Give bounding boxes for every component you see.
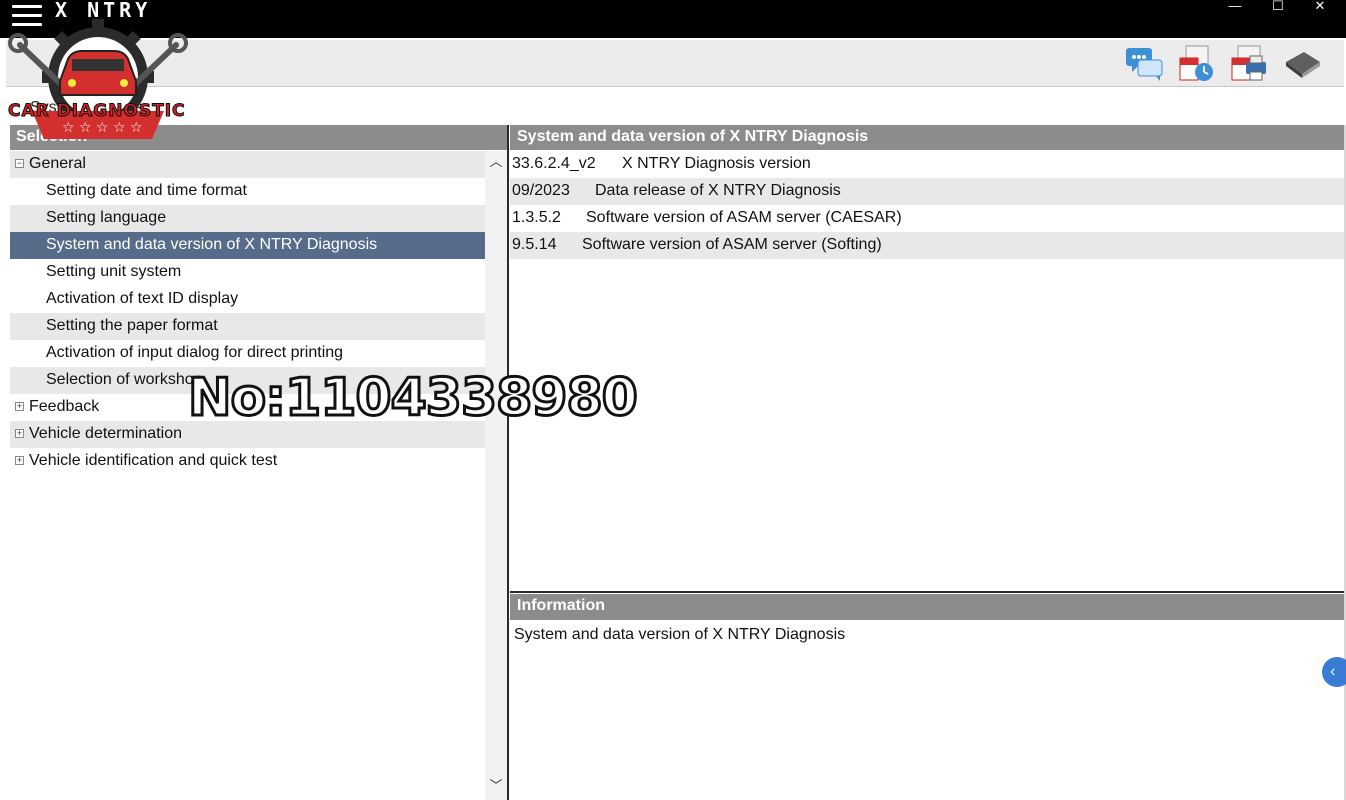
chat-icon[interactable]: [1124, 44, 1164, 84]
maximize-button[interactable]: ☐: [1263, 0, 1293, 14]
minimize-button[interactable]: —: [1220, 0, 1250, 14]
tree-item-label: Setting unit system: [46, 263, 182, 280]
tree-item-vehicle-identification[interactable]: + Vehicle identification and quick test: [10, 448, 485, 475]
table-row[interactable]: 33.6.2.4_v2 X NTRY Diagnosis version: [510, 151, 1344, 178]
tree-item-paper-format[interactable]: Setting the paper format: [10, 313, 485, 340]
logo-text: CAR DIAGNOSTIC: [8, 101, 186, 122]
horizontal-splitter[interactable]: [510, 591, 1344, 593]
tree-item-direct-printing[interactable]: Activation of input dialog for direct pr…: [10, 340, 485, 367]
tree-item-unit-system[interactable]: Setting unit system: [10, 259, 485, 286]
tree-item-label: Setting language: [46, 209, 167, 226]
collapse-icon[interactable]: −: [15, 159, 24, 168]
car-diagnostic-logo: ☆ ☆ ☆ ☆ ☆ CAR DIAGNOSTIC: [2, 15, 198, 155]
tree-item-text-id-display[interactable]: Activation of text ID display: [10, 286, 485, 313]
tree-item-label: Feedback: [29, 398, 100, 415]
version-description: Data release of X NTRY Diagnosis: [595, 182, 841, 199]
information-header: Information: [510, 594, 1344, 620]
chevron-up-icon[interactable]: ︿: [489, 155, 503, 169]
pdf-printer-icon[interactable]: [1228, 44, 1268, 84]
tree-item-system-data-version[interactable]: System and data version of X NTRY Diagno…: [10, 232, 485, 259]
tree-item-label: Setting the paper format: [46, 317, 218, 334]
pdf-clock-icon[interactable]: [1176, 44, 1216, 84]
watermark-number: No:1104338980: [187, 367, 640, 430]
version-value: 33.6.2.4_v2: [512, 155, 596, 172]
expand-icon[interactable]: +: [15, 456, 24, 465]
book-icon[interactable]: [1282, 44, 1322, 84]
tree-scrollbar[interactable]: ︿ ﹀: [485, 151, 507, 800]
tree-item-language[interactable]: Setting language: [10, 205, 485, 232]
information-text: System and data version of X NTRY Diagno…: [514, 626, 846, 643]
tree-item-general[interactable]: − General: [10, 151, 485, 178]
chevron-down-icon[interactable]: ﹀: [489, 779, 503, 793]
table-row[interactable]: 09/2023 Data release of X NTRY Diagnosis: [510, 178, 1344, 205]
version-value: 1.3.5.2: [512, 209, 561, 226]
tree-item-date-time-format[interactable]: Setting date and time format: [10, 178, 485, 205]
version-description: Software version of ASAM server (Softing…: [582, 236, 882, 253]
system-settings-bar: System settings: [8, 87, 1344, 124]
version-value: 09/2023: [512, 182, 570, 199]
table-row[interactable]: 1.3.5.2 Software version of ASAM server …: [510, 205, 1344, 232]
tree-item-label: Vehicle determination: [29, 425, 182, 442]
expand-icon[interactable]: +: [15, 402, 24, 411]
toolbar: [6, 40, 1344, 87]
version-description: X NTRY Diagnosis version: [622, 155, 811, 172]
version-value: 9.5.14: [512, 236, 557, 253]
close-button[interactable]: ✕: [1305, 0, 1335, 14]
vertical-splitter[interactable]: [507, 125, 509, 800]
gear-car-icon: ☆ ☆ ☆ ☆ ☆: [8, 19, 188, 139]
version-description: Software version of ASAM server (CAESAR): [586, 209, 902, 226]
table-row[interactable]: 9.5.14 Software version of ASAM server (…: [510, 232, 1344, 259]
tree-item-label: Selection of workshop: [46, 371, 203, 388]
version-panel-header: System and data version of X NTRY Diagno…: [510, 125, 1344, 150]
tree-item-label: General: [29, 155, 86, 172]
title-bar: X NTRY — ☐ ✕: [0, 0, 1346, 38]
tree-item-label: Activation of input dialog for direct pr…: [46, 344, 344, 361]
version-panel-title: System and data version of X NTRY Diagno…: [517, 128, 869, 145]
information-title: Information: [517, 597, 605, 614]
chevron-left-icon[interactable]: ‹: [1322, 657, 1346, 687]
tree-item-label: Setting date and time format: [46, 182, 247, 199]
settings-tree: − General Setting date and time format S…: [10, 151, 485, 800]
expand-icon[interactable]: +: [15, 429, 24, 438]
tree-item-label: Vehicle identification and quick test: [29, 452, 278, 469]
svg-text:☆ ☆ ☆ ☆ ☆: ☆ ☆ ☆ ☆ ☆: [62, 120, 143, 136]
tree-item-label: Activation of text ID display: [46, 290, 239, 307]
tree-item-label: System and data version of X NTRY Diagno…: [46, 236, 378, 253]
